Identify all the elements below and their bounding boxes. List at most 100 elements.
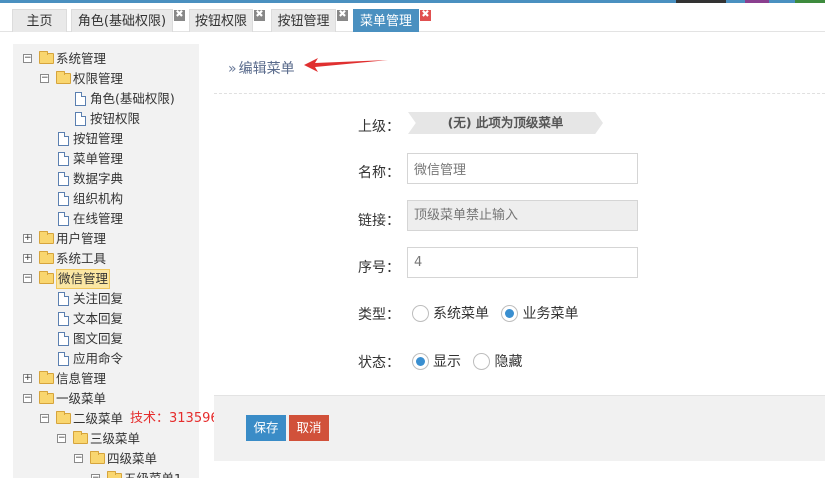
close-icon[interactable]: ✖ [174, 10, 185, 21]
type-label: 类型： [358, 307, 400, 323]
tree-node[interactable]: 组织机构 [13, 189, 199, 209]
folder-icon [107, 471, 122, 478]
tree-node[interactable]: + 系统工具 [13, 249, 199, 269]
tree-node[interactable]: + 信息管理 [13, 369, 199, 389]
divider [214, 93, 825, 94]
tab-label: 菜单管理 [359, 14, 412, 29]
tree-node-label: 数据字典 [73, 171, 124, 186]
tree-node-label: 按钮管理 [73, 131, 124, 146]
tab-menu-management[interactable]: 菜单管理 ✖ [353, 9, 431, 32]
tree-node[interactable]: 在线管理 [13, 209, 199, 229]
tree-node[interactable]: 角色(基础权限) [13, 89, 199, 109]
status-show-radio[interactable] [412, 352, 429, 370]
status-label: 状态： [358, 355, 400, 371]
tree-node[interactable]: + 用户管理 [13, 229, 199, 249]
collapse-icon[interactable]: − [40, 414, 49, 423]
document-icon [75, 112, 86, 126]
tab-label: 角色(基础权限) [77, 14, 167, 29]
tree-node-label: 关注回复 [73, 291, 124, 306]
order-input[interactable] [407, 247, 638, 278]
tree-node-label: 图文回复 [73, 331, 124, 346]
collapse-icon[interactable]: − [74, 454, 83, 463]
folder-open-icon [39, 271, 54, 284]
type-system-radio[interactable] [412, 304, 429, 322]
tree-node[interactable]: 文本回复 [13, 309, 199, 329]
tree-node[interactable]: − 系统管理 [13, 49, 199, 69]
tree-node[interactable]: 按钮管理 [13, 129, 199, 149]
type-system-label: 系统菜单 [433, 306, 489, 322]
status-radio-group: 显示 隐藏 [412, 351, 530, 371]
status-hide-label: 隐藏 [494, 354, 523, 370]
document-icon [75, 92, 86, 106]
cancel-button[interactable]: 取消 [289, 415, 329, 441]
double-chevron-icon: » [228, 61, 237, 77]
tree-node-label: 菜单管理 [73, 151, 124, 166]
type-business-radio[interactable] [501, 304, 519, 322]
collapse-icon[interactable]: − [40, 74, 49, 83]
collapse-icon[interactable]: − [23, 274, 32, 283]
tab-home[interactable]: 主页 [12, 9, 67, 32]
folder-icon [39, 251, 54, 264]
type-radio-group: 系统菜单 业务菜单 [412, 303, 586, 323]
collapse-icon[interactable]: − [91, 474, 100, 478]
name-label: 名称： [358, 165, 400, 181]
tree-node-label: 角色(基础权限) [90, 91, 175, 106]
tree-node[interactable]: − 四级菜单 [13, 449, 199, 469]
tab-label: 主页 [26, 14, 53, 29]
tree-node[interactable]: 图文回复 [13, 329, 199, 349]
tree-node-label: 信息管理 [56, 371, 107, 386]
close-icon[interactable]: ✖ [337, 10, 348, 21]
status-hide-radio[interactable] [473, 352, 491, 370]
tree-node-label: 五级菜单1 [124, 469, 182, 478]
folder-open-icon [56, 71, 71, 84]
expand-icon[interactable]: + [23, 374, 32, 383]
folder-icon [39, 371, 54, 384]
red-arrow-icon [304, 58, 388, 72]
tree-node-label: 按钮权限 [90, 111, 141, 126]
tree-node[interactable]: − 微信管理 [13, 269, 199, 289]
tab-role[interactable]: 角色(基础权限) ✖ [71, 9, 185, 32]
document-icon [58, 312, 69, 326]
tab-label: 按钮管理 [277, 14, 330, 29]
tree-node[interactable]: 菜单管理 [13, 149, 199, 169]
folder-open-icon [56, 411, 71, 424]
folder-open-icon [73, 431, 88, 444]
close-icon[interactable]: ✖ [420, 10, 431, 21]
tree-node[interactable]: − 一级菜单 [13, 389, 199, 409]
expand-icon[interactable]: + [23, 254, 32, 263]
close-icon[interactable]: ✖ [254, 10, 265, 21]
tree-node[interactable]: 应用命令 [13, 349, 199, 369]
tab-button-management[interactable]: 按钮管理 ✖ [271, 9, 348, 32]
document-icon [58, 172, 69, 186]
document-icon [58, 292, 69, 306]
tree-node-label: 组织机构 [73, 191, 124, 206]
link-input[interactable] [407, 200, 638, 231]
document-icon [58, 132, 69, 146]
tree-node-label: 三级菜单 [90, 431, 141, 446]
tree-node[interactable]: 关注回复 [13, 289, 199, 309]
document-icon [58, 152, 69, 166]
tree-node[interactable]: − 三级菜单 [13, 429, 199, 449]
document-icon [58, 352, 69, 366]
folder-open-icon [39, 51, 54, 64]
tree-node-label: 系统工具 [56, 251, 107, 266]
parent-label: 上级： [358, 119, 400, 135]
document-icon [58, 332, 69, 346]
collapse-icon[interactable]: − [57, 434, 66, 443]
save-button[interactable]: 保存 [246, 415, 286, 441]
tree-node[interactable]: − 五级菜单1 [13, 469, 199, 478]
tree-node[interactable]: 按钮权限 [13, 109, 199, 129]
tree-node[interactable]: − 权限管理 [13, 69, 199, 89]
tab-button-permission[interactable]: 按钮权限 ✖ [189, 9, 265, 32]
collapse-icon[interactable]: − [23, 54, 32, 63]
collapse-icon[interactable]: − [23, 394, 32, 403]
tree-node-label: 权限管理 [73, 71, 124, 86]
tree-node-label: 微信管理 [56, 269, 111, 289]
name-input[interactable] [407, 153, 638, 184]
tree-node[interactable]: 数据字典 [13, 169, 199, 189]
tree-node-label: 一级菜单 [56, 391, 107, 406]
expand-icon[interactable]: + [23, 234, 32, 243]
page-title-text: 编辑菜单 [238, 61, 295, 77]
type-business-label: 业务菜单 [522, 306, 579, 322]
tree-node-label: 四级菜单 [107, 451, 158, 466]
